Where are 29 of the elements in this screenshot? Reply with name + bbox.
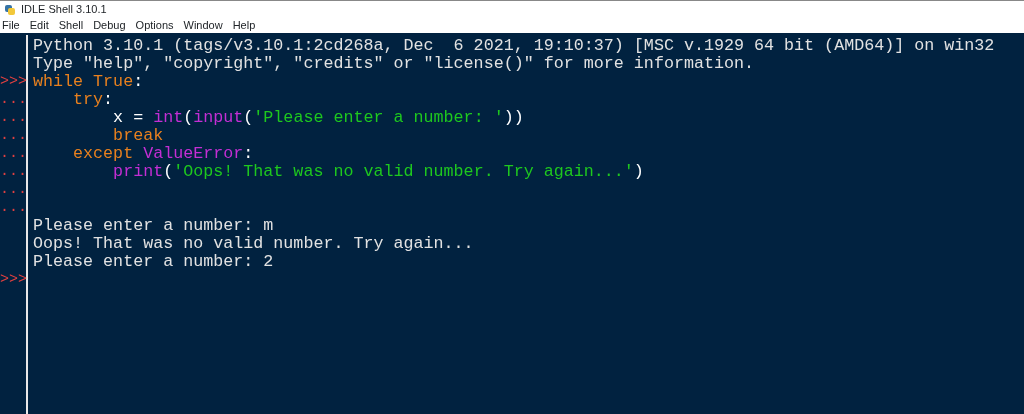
menu-item[interactable]: Options bbox=[135, 20, 174, 31]
code-line: Please enter a number: 2 bbox=[33, 253, 274, 271]
menu-item[interactable]: Help bbox=[232, 20, 256, 31]
menu-item[interactable]: Edit bbox=[29, 20, 49, 31]
python-icon bbox=[4, 3, 16, 16]
window-title: IDLE Shell 3.10.1 bbox=[21, 2, 107, 18]
code-line: break bbox=[112, 127, 164, 145]
code-line: print('Oops! That was no valid number. Try again...') bbox=[112, 163, 644, 181]
prompt-marker: >>> bbox=[0, 271, 27, 288]
prompt-marker: >>> bbox=[0, 73, 27, 90]
prompt-marker: ... bbox=[0, 91, 27, 108]
code-line: Oops! That was no valid number. Try again... bbox=[33, 235, 474, 253]
code-line: Please enter a number: m bbox=[33, 217, 274, 235]
menu-item[interactable]: File bbox=[2, 20, 20, 31]
prompt-marker: ... bbox=[0, 181, 27, 198]
menu-item[interactable]: Window bbox=[183, 20, 223, 31]
prompt-marker: ... bbox=[0, 199, 27, 216]
prompt-marker: ... bbox=[0, 145, 27, 162]
code-line: Type "help", "copyright", "credits" or "license()" for more information. bbox=[33, 55, 755, 73]
code-line: x = int(input('Please enter a number: ')) bbox=[112, 109, 524, 127]
code-line: while True: bbox=[33, 73, 144, 91]
prompt-marker: ... bbox=[0, 127, 27, 144]
menu-item[interactable]: Shell bbox=[58, 20, 84, 31]
code-line: Python 3.10.1 (tags/v3.10.1:2cd268a, Dec 6 2021, 19:10:37) [MSC v.1929 64 bit (AMD64)] on win32 bbox=[33, 37, 995, 55]
code-line: try: bbox=[72, 91, 114, 109]
menu-item[interactable]: Debug bbox=[93, 20, 126, 31]
prompt-marker: ... bbox=[0, 109, 27, 126]
code-line: except ValueError: bbox=[72, 145, 254, 163]
prompt-marker: ... bbox=[0, 163, 27, 180]
